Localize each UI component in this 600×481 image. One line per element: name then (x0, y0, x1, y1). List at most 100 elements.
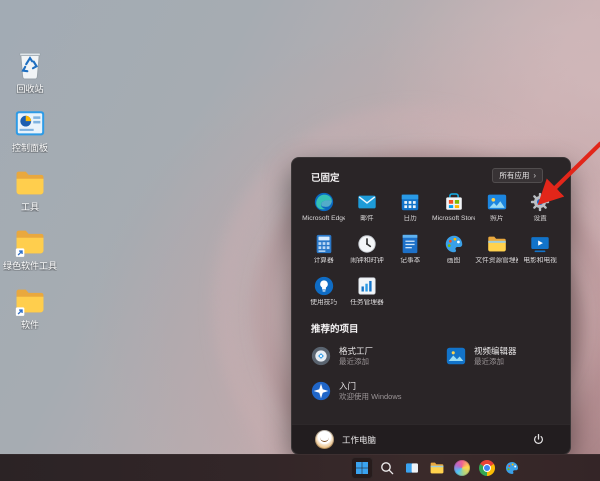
power-button[interactable] (529, 430, 548, 449)
recommended-item-title: 格式工厂 (339, 345, 374, 356)
taskbar-icon-row (351, 457, 523, 479)
control-panel-icon (13, 107, 47, 141)
format-factory-icon (310, 345, 332, 367)
desktop: 回收站 控制面板 工具 绿色软件工具 软件 已固定 所有应用 › Microso… (0, 0, 600, 481)
calendar-icon (399, 191, 421, 213)
color-wheel-icon (454, 460, 470, 476)
taskbar-item[interactable] (476, 457, 498, 479)
search-icon (379, 460, 395, 476)
video-editor-icon (445, 345, 467, 367)
recommended-item-subtitle: 欢迎使用 Windows (339, 391, 402, 401)
pinned-app-tile[interactable]: 照片 (475, 188, 518, 230)
pinned-app-label: 计算器 (313, 257, 334, 264)
pinned-app-label: 任务管理器 (350, 299, 384, 306)
pinned-app-tile[interactable]: 记事本 (389, 230, 432, 272)
pinned-app-label: 设置 (533, 215, 547, 222)
explorer-icon (486, 233, 508, 255)
recommended-item[interactable]: 入门 欢迎使用 Windows (304, 373, 439, 408)
taskbar (0, 454, 600, 481)
recommended-header: 推荐的项目 (311, 324, 359, 335)
recommended-item-subtitle: 最近添加 (474, 356, 504, 366)
all-apps-label: 所有应用 (499, 171, 530, 180)
pinned-app-tile[interactable]: Microsoft Edge (302, 188, 345, 230)
get-started-icon (310, 380, 332, 402)
desktop-icon[interactable]: 软件 (2, 284, 58, 330)
clock-icon (356, 233, 378, 255)
desktop-icon-list: 回收站 控制面板 工具 绿色软件工具 软件 (2, 48, 58, 330)
desktop-icon[interactable]: 绿色软件工具 (2, 225, 58, 271)
desktop-icon[interactable]: 回收站 (2, 48, 58, 94)
recommended-item[interactable]: 视频编辑器 最近添加 (439, 338, 564, 373)
desktop-icon-label: 工具 (20, 202, 39, 212)
pinned-app-tile[interactable]: 任务管理器 (345, 272, 388, 314)
pinned-app-tile[interactable]: 画图 (432, 230, 475, 272)
pinned-app-tile[interactable]: 邮件 (345, 188, 388, 230)
start-menu-user-bar: 工作电脑 (292, 424, 570, 454)
calculator-icon (313, 233, 335, 255)
pinned-app-label: 邮件 (360, 215, 374, 222)
taskmgr-icon (356, 275, 378, 297)
recommended-item-title: 入门 (339, 380, 357, 391)
taskbar-item[interactable] (376, 457, 398, 479)
pinned-app-tile[interactable]: 文件资源管理器 (475, 230, 518, 272)
taskbar-item[interactable] (351, 457, 373, 479)
taskbar-item[interactable] (501, 457, 523, 479)
start-icon (354, 460, 370, 476)
pinned-header: 已固定 (311, 173, 340, 184)
mail-icon (356, 191, 378, 213)
explorer-icon (429, 460, 445, 476)
taskbar-item[interactable] (426, 457, 448, 479)
folder-shortcut-icon (13, 284, 47, 318)
pinned-apps-grid: Microsoft Edge 邮件 日历 Microsoft Store 照片 … (302, 188, 562, 314)
start-menu-header: 已固定 所有应用 › (292, 158, 570, 188)
pinned-app-label: 闹钟和时钟 (350, 257, 384, 264)
pinned-app-tile[interactable]: Microsoft Store (432, 188, 475, 230)
all-apps-button[interactable]: 所有应用 › (492, 168, 543, 183)
recycle-bin-icon (13, 48, 47, 82)
chevron-right-icon: › (533, 171, 536, 180)
pinned-app-tile[interactable]: 计算器 (302, 230, 345, 272)
taskbar-item[interactable] (451, 457, 473, 479)
folder-icon (13, 166, 47, 200)
folder-shortcut-icon (13, 225, 47, 259)
power-icon (532, 433, 545, 446)
user-profile-button[interactable]: 工作电脑 (311, 428, 380, 451)
chrome-icon (479, 460, 495, 476)
movies-icon (529, 233, 551, 255)
pinned-app-tile[interactable]: 使用技巧 (302, 272, 345, 314)
desktop-icon-label: 回收站 (16, 84, 44, 94)
pinned-app-label: Microsoft Store (432, 215, 476, 222)
recommended-list: 格式工厂 最近添加 视频编辑器 最近添加 入门 欢迎使用 Windows (304, 338, 564, 408)
pinned-app-tile[interactable]: 电影和电视 (518, 230, 561, 272)
recommended-item[interactable]: 格式工厂 最近添加 (304, 338, 439, 373)
avatar (315, 430, 334, 449)
notepad-icon (399, 233, 421, 255)
settings-icon (529, 191, 551, 213)
pinned-app-tile[interactable]: 闹钟和时钟 (345, 230, 388, 272)
paint-icon (443, 233, 465, 255)
recommended-item-subtitle: 最近添加 (339, 356, 369, 366)
photos-icon (486, 191, 508, 213)
pinned-app-label: 使用技巧 (310, 299, 338, 306)
pinned-app-label: 照片 (490, 215, 504, 222)
start-menu: 已固定 所有应用 › Microsoft Edge 邮件 日历 Microsof… (291, 157, 571, 455)
desktop-icon-label: 控制面板 (11, 143, 48, 153)
tips-icon (313, 275, 335, 297)
taskbar-item[interactable] (401, 457, 423, 479)
pinned-app-label: Microsoft Edge (302, 215, 346, 222)
palette-icon (504, 460, 520, 476)
pinned-app-label: 日历 (403, 215, 417, 222)
pinned-app-label: 文件资源管理器 (475, 257, 519, 264)
task-view-icon (404, 460, 420, 476)
desktop-icon[interactable]: 控制面板 (2, 107, 58, 153)
user-name: 工作电脑 (342, 434, 377, 445)
pinned-app-tile[interactable]: 日历 (389, 188, 432, 230)
desktop-icon-label: 绿色软件工具 (2, 261, 57, 271)
recommended-item-title: 视频编辑器 (474, 345, 517, 356)
desktop-icon-label: 软件 (20, 320, 39, 330)
pinned-app-tile[interactable]: 设置 (518, 188, 561, 230)
desktop-icon[interactable]: 工具 (2, 166, 58, 212)
pinned-app-label: 画图 (446, 257, 461, 264)
edge-icon (313, 191, 335, 213)
pinned-app-label: 记事本 (400, 257, 421, 264)
